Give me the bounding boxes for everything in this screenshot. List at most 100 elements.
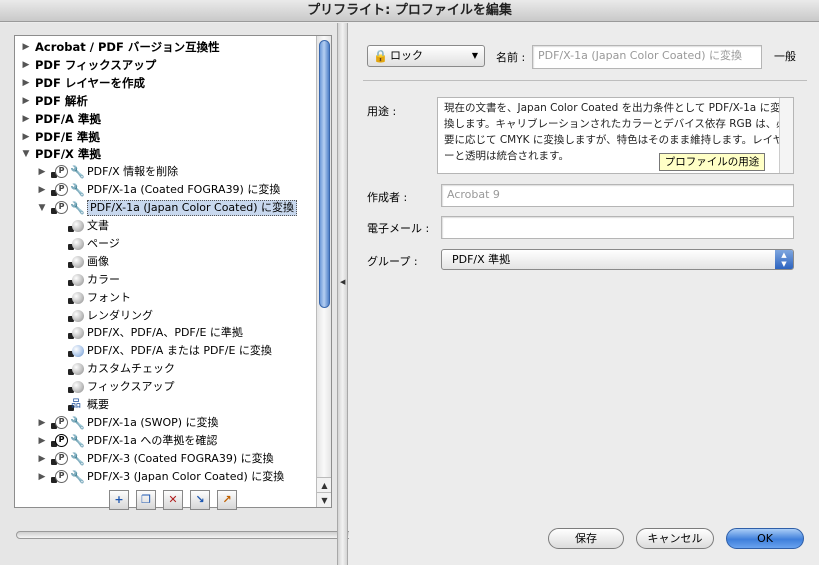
section-icon (72, 363, 84, 376)
author-field[interactable]: Acrobat 9 (441, 184, 794, 207)
lock-icon: 🔒 (373, 49, 388, 63)
tree-top-item[interactable]: ▶ PDF/E 準拠 (15, 128, 315, 146)
section-icon (72, 309, 84, 322)
ok-button[interactable]: OK (726, 528, 804, 549)
tree-item-label: PDF レイヤーを作成 (35, 75, 145, 90)
wrench-icon: 🔧 (70, 433, 85, 448)
tree-section-item[interactable]: PDF/X、PDF/A または PDF/E に変換 (15, 342, 315, 360)
tree-profile-item[interactable]: ▶ P 🔧 PDF/X-3 (Japan Color Coated) に変換 (15, 468, 315, 486)
tree-item-label: PDF/X-1a (Coated FOGRA39) に変換 (87, 183, 281, 197)
tree-item-label: カスタムチェック (87, 362, 175, 376)
pane-splitter[interactable]: ◀ (337, 23, 348, 565)
lock-popup[interactable]: 🔒 ロック ▼ (367, 45, 485, 67)
tree-item-label: PDF/X 準拠 (35, 147, 101, 162)
disclosure-closed-icon[interactable]: ▶ (21, 92, 31, 110)
name-field[interactable]: PDF/X-1a (Japan Color Coated) に変換 (532, 45, 762, 69)
tree-profile-item[interactable]: ▶ P 🔧 PDF/X 情報を削除 (15, 163, 315, 181)
tree-item-label: PDF/X-3 (Japan Color Coated) に変換 (87, 469, 285, 483)
scroll-down-arrow[interactable]: ▼ (317, 492, 331, 507)
tree-profile-item[interactable]: ▶ P 🔧 PDF/X-1a (SWOP) に変換 (15, 414, 315, 432)
cancel-button[interactable]: キャンセル (636, 528, 714, 549)
email-field[interactable] (441, 216, 794, 239)
disclosure-closed-icon[interactable]: ▶ (37, 432, 47, 450)
email-label: 電子メール : (367, 222, 430, 235)
tree-item-label: レンダリング (87, 308, 153, 322)
tree-top-item[interactable]: ▼ PDF/X 準拠 (15, 145, 315, 163)
delete-button[interactable]: ✕ (163, 490, 183, 510)
tree-section-item[interactable]: PDF/X、PDF/A、PDF/E に準拠 (15, 324, 315, 342)
tree-item-label: PDF/E 準拠 (35, 129, 100, 144)
disclosure-closed-icon[interactable]: ▶ (21, 110, 31, 128)
author-label: 作成者 : (367, 191, 408, 204)
plus-icon: + (114, 493, 124, 506)
preflight-profile-icon: P (55, 165, 68, 179)
tree-top-item[interactable]: ▶ PDF レイヤーを作成 (15, 74, 315, 92)
tree-section-item[interactable]: フィックスアップ (15, 378, 315, 396)
tree-section-item[interactable]: 画像 (15, 253, 315, 271)
tree-section-item[interactable]: 品概要 (15, 396, 315, 414)
tree-top-item[interactable]: ▶ Acrobat / PDF バージョン互換性 (15, 38, 315, 56)
disclosure-closed-icon[interactable]: ▶ (37, 468, 47, 486)
tree-item-label: PDF/X、PDF/A、PDF/E に準拠 (87, 326, 243, 340)
purpose-scrollbar[interactable] (779, 98, 793, 173)
tree-profile-item[interactable]: ▼ P 🔧 PDF/X-1a (Japan Color Coated) に変換 (15, 199, 315, 217)
tree-section-item[interactable]: 文書 (15, 217, 315, 235)
tree-profile-item[interactable]: ▶ P 🔧 PDF/X-1a (Coated FOGRA39) に変換 (15, 181, 315, 199)
scroll-up-arrow[interactable]: ▲ (317, 477, 331, 492)
profile-tree[interactable]: ▶ Acrobat / PDF バージョン互換性 ▶ PDF フィックスアップ ▶ PDF… (14, 35, 332, 508)
disclosure-closed-icon[interactable]: ▶ (37, 181, 47, 199)
disclosure-closed-icon[interactable]: ▶ (21, 56, 31, 74)
tree-scrollbar[interactable]: ▲ ▼ (316, 36, 331, 507)
import-button[interactable]: ↘ (190, 490, 210, 510)
group-select[interactable]: PDF/X 準拠 ▲ ▼ (441, 249, 794, 270)
tree-section-item[interactable]: カラー (15, 271, 315, 289)
duplicate-button[interactable]: ❐ (136, 490, 156, 510)
tree-section-item[interactable]: フォント (15, 289, 315, 307)
disclosure-closed-icon[interactable]: ▶ (37, 414, 47, 432)
tree-item-label: PDF/X 情報を削除 (87, 165, 179, 179)
disclosure-closed-icon[interactable]: ▶ (21, 38, 31, 56)
tree-item-label: PDF/X-1a への準拠を確認 (87, 433, 218, 447)
disclosure-closed-icon[interactable]: ▶ (21, 128, 31, 146)
section-icon (72, 291, 84, 304)
tree-item-label: 文書 (87, 219, 109, 232)
name-label: 名前 : (496, 51, 526, 64)
import-icon: ↘ (195, 493, 205, 506)
name-value: PDF/X-1a (Japan Color Coated) に変換 (538, 49, 743, 62)
tree-top-item[interactable]: ▶ PDF フィックスアップ (15, 56, 315, 74)
author-value: Acrobat 9 (447, 188, 500, 201)
wrench-icon: 🔧 (70, 451, 85, 466)
tree-section-item[interactable]: カスタムチェック (15, 360, 315, 378)
tree-section-item[interactable]: レンダリング (15, 307, 315, 325)
disclosure-open-icon[interactable]: ▼ (37, 199, 47, 217)
window-title: プリフライト: プロファイルを編集 (0, 0, 819, 22)
tree-rows: ▶ Acrobat / PDF バージョン互換性 ▶ PDF フィックスアップ ▶ PDF… (15, 36, 315, 507)
tree-item-label: フィックスアップ (87, 380, 175, 394)
splitter-grip-icon: ◀ (340, 278, 346, 286)
left-pane: ▶ Acrobat / PDF バージョン互換性 ▶ PDF フィックスアップ ▶ PDF… (0, 23, 536, 565)
tree-top-item[interactable]: ▶ PDF/A 準拠 (15, 110, 315, 128)
preflight-profile-icon: P (55, 469, 68, 483)
disclosure-closed-icon[interactable]: ▶ (21, 74, 31, 92)
tree-item-label: PDF/X-1a (Japan Color Coated) に変換 (87, 200, 298, 217)
section-icon (72, 237, 84, 250)
hierarchy-icon: 品 (71, 399, 81, 410)
tree-item-label: 画像 (87, 254, 109, 268)
tree-profile-item[interactable]: ▶ P 🔧 PDF/X-1a への準拠を確認 (15, 432, 315, 450)
export-button[interactable]: ↗ (217, 490, 237, 510)
disclosure-closed-icon[interactable]: ▶ (37, 163, 47, 181)
save-button[interactable]: 保存 (548, 528, 624, 549)
disclosure-closed-icon[interactable]: ▶ (37, 450, 47, 468)
tree-section-item[interactable]: ページ (15, 235, 315, 253)
tooltip: プロファイルの用途 (659, 153, 765, 171)
tree-item-label: PDF/X-3 (Coated FOGRA39) に変換 (87, 451, 274, 465)
scroll-thumb[interactable] (319, 40, 330, 308)
tree-item-label: 概要 (87, 398, 109, 411)
tree-top-item[interactable]: ▶ PDF 解析 (15, 92, 315, 110)
new-item-button[interactable]: + (109, 490, 129, 510)
section-icon (72, 273, 84, 286)
tree-profile-item[interactable]: ▶ P 🔧 PDF/X-3 (Coated FOGRA39) に変換 (15, 450, 315, 468)
section-icon (72, 381, 84, 394)
preflight-profile-icon: P (55, 183, 68, 197)
disclosure-open-icon[interactable]: ▼ (21, 145, 31, 163)
